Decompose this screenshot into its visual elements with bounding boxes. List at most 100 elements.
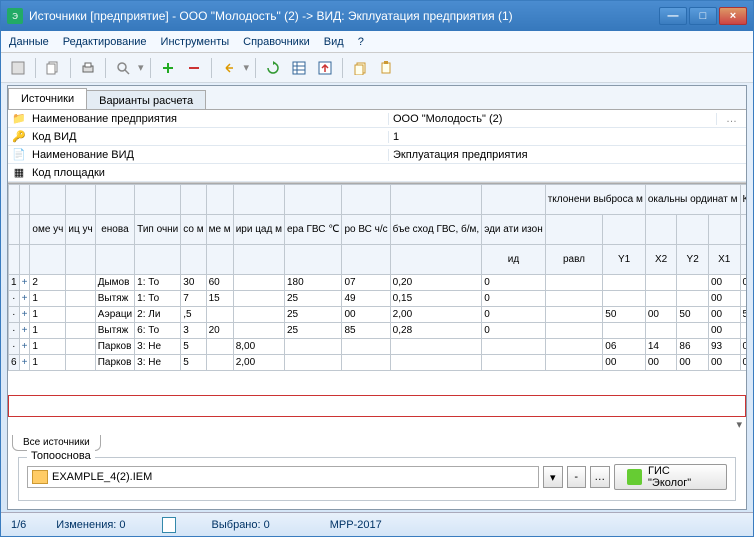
column-subheader[interactable] — [181, 245, 206, 275]
column-group-header[interactable] — [284, 185, 341, 215]
menu-edit[interactable]: Редактирование — [63, 36, 147, 48]
strip-dropdown-icon[interactable]: ▾ — [8, 418, 746, 431]
search-dropdown-icon[interactable]: ▾ — [138, 61, 144, 74]
remove-icon[interactable] — [183, 57, 205, 79]
column-subheader[interactable] — [19, 245, 30, 275]
column-header[interactable] — [740, 215, 746, 245]
save-icon[interactable] — [7, 57, 29, 79]
tab-sources[interactable]: Источники — [8, 88, 87, 109]
table-row[interactable]: 1+2Дымов1: То3060180070,20000001рас01455… — [9, 275, 747, 291]
gis-button[interactable]: ГИС "Эколог" — [614, 464, 728, 490]
column-group-header[interactable] — [19, 185, 30, 215]
topo-path-input[interactable]: EXAMPLE_4(2).IEM — [27, 466, 539, 488]
menu-tools[interactable]: Инструменты — [161, 36, 230, 48]
table-row[interactable]: ·+1Вытяж1: То71525490,15000001рас3490501… — [9, 291, 747, 307]
add-icon[interactable] — [157, 57, 179, 79]
expand-icon[interactable]: + — [19, 275, 30, 291]
column-subheader[interactable] — [30, 245, 66, 275]
column-group-header[interactable] — [390, 185, 482, 215]
column-header[interactable]: ме м — [206, 215, 233, 245]
print-icon[interactable] — [77, 57, 99, 79]
minimize-button[interactable]: — — [659, 7, 687, 25]
titlebar[interactable]: Э Источники [предприятие] - ООО "Молодос… — [1, 1, 753, 31]
info-value[interactable]: 1 — [388, 131, 716, 143]
expand-icon[interactable]: + — [19, 291, 30, 307]
column-header[interactable]: иц уч — [66, 215, 95, 245]
column-header[interactable] — [545, 215, 603, 245]
column-group-header[interactable] — [95, 185, 134, 215]
column-subheader[interactable] — [135, 245, 181, 275]
column-group-header[interactable] — [206, 185, 233, 215]
refresh-icon[interactable] — [262, 57, 284, 79]
edit-strip[interactable] — [8, 395, 746, 417]
menu-data[interactable]: Данные — [9, 36, 49, 48]
column-header[interactable] — [645, 215, 677, 245]
column-header[interactable]: ера ГВС ℃ — [284, 215, 341, 245]
maximize-button[interactable]: □ — [689, 7, 717, 25]
column-header[interactable]: эди ати изон — [482, 215, 546, 245]
table-row[interactable]: ·+1Парков3: Не58,00061486930614861рас955… — [9, 339, 747, 355]
column-group-header[interactable]: окальны ординат м — [645, 185, 740, 215]
info-value[interactable]: ООО "Молодость" (2) — [388, 113, 716, 125]
column-subheader[interactable]: Y1 — [603, 245, 646, 275]
column-subheader[interactable] — [284, 245, 341, 275]
menu-references[interactable]: Справочники — [243, 36, 310, 48]
undo-icon[interactable] — [218, 57, 240, 79]
column-group-header[interactable] — [66, 185, 95, 215]
column-header[interactable]: оме уч — [30, 215, 66, 245]
menu-help[interactable]: ? — [358, 36, 364, 48]
column-subheader[interactable] — [206, 245, 233, 275]
column-group-header[interactable] — [30, 185, 66, 215]
column-group-header[interactable]: Координаты в основной системе, м — [740, 185, 746, 215]
table-row[interactable]: 6+1Парков3: Не52,00000000000000001рас955… — [9, 355, 747, 371]
topo-browse-button[interactable]: … — [590, 466, 610, 488]
column-group-header[interactable] — [181, 185, 206, 215]
expand-icon[interactable]: + — [19, 339, 30, 355]
column-header[interactable]: ири цад м — [233, 215, 284, 245]
column-subheader[interactable]: Y1 — [740, 245, 746, 275]
expand-icon[interactable]: + — [19, 323, 30, 339]
column-header[interactable] — [677, 215, 709, 245]
column-group-header[interactable] — [9, 185, 20, 215]
column-subheader[interactable] — [95, 245, 134, 275]
column-group-header[interactable] — [342, 185, 390, 215]
column-header[interactable]: енова — [95, 215, 134, 245]
column-subheader[interactable]: X2 — [645, 245, 677, 275]
column-header[interactable]: со м — [181, 215, 206, 245]
close-button[interactable]: × — [719, 7, 747, 25]
column-header[interactable] — [9, 215, 20, 245]
column-subheader[interactable] — [66, 245, 95, 275]
column-subheader[interactable]: X1 — [708, 245, 740, 275]
column-subheader[interactable]: Y2 — [677, 245, 709, 275]
info-value[interactable]: Экплуатация предприятия — [388, 149, 716, 161]
expand-icon[interactable]: + — [19, 355, 30, 371]
copy-icon[interactable] — [42, 57, 64, 79]
paste-icon[interactable] — [375, 57, 397, 79]
column-group-header[interactable] — [135, 185, 181, 215]
export-icon[interactable] — [314, 57, 336, 79]
column-subheader[interactable] — [342, 245, 390, 275]
column-subheader[interactable]: ид — [482, 245, 546, 275]
column-header[interactable]: ро ВС ч/с — [342, 215, 390, 245]
column-subheader[interactable]: равл — [545, 245, 603, 275]
expand-icon[interactable]: + — [19, 307, 30, 323]
column-header[interactable] — [19, 215, 30, 245]
column-group-header[interactable] — [233, 185, 284, 215]
column-header[interactable] — [708, 215, 740, 245]
tab-variants[interactable]: Варианты расчета — [86, 90, 206, 109]
data-grid[interactable]: тклонени выброса мокальны ординат мКоорд… — [8, 183, 746, 394]
copy2-icon[interactable] — [349, 57, 371, 79]
menu-view[interactable]: Вид — [324, 36, 344, 48]
column-subheader[interactable] — [390, 245, 482, 275]
undo-dropdown-icon[interactable]: ▾ — [244, 61, 250, 74]
column-group-header[interactable] — [482, 185, 546, 215]
topo-dropdown-button[interactable]: ▾ — [543, 466, 563, 488]
bottom-tab-all[interactable]: Все источники — [12, 435, 101, 451]
table-icon[interactable] — [288, 57, 310, 79]
column-header[interactable] — [603, 215, 646, 245]
table-row[interactable]: ·+1Вытяж6: То32025850,28000001рас1323773… — [9, 323, 747, 339]
search-icon[interactable] — [112, 57, 134, 79]
info-ellipsis[interactable]: … — [716, 113, 746, 125]
column-header[interactable]: бъе сход ГВС, б/м, — [390, 215, 482, 245]
column-subheader[interactable] — [9, 245, 20, 275]
